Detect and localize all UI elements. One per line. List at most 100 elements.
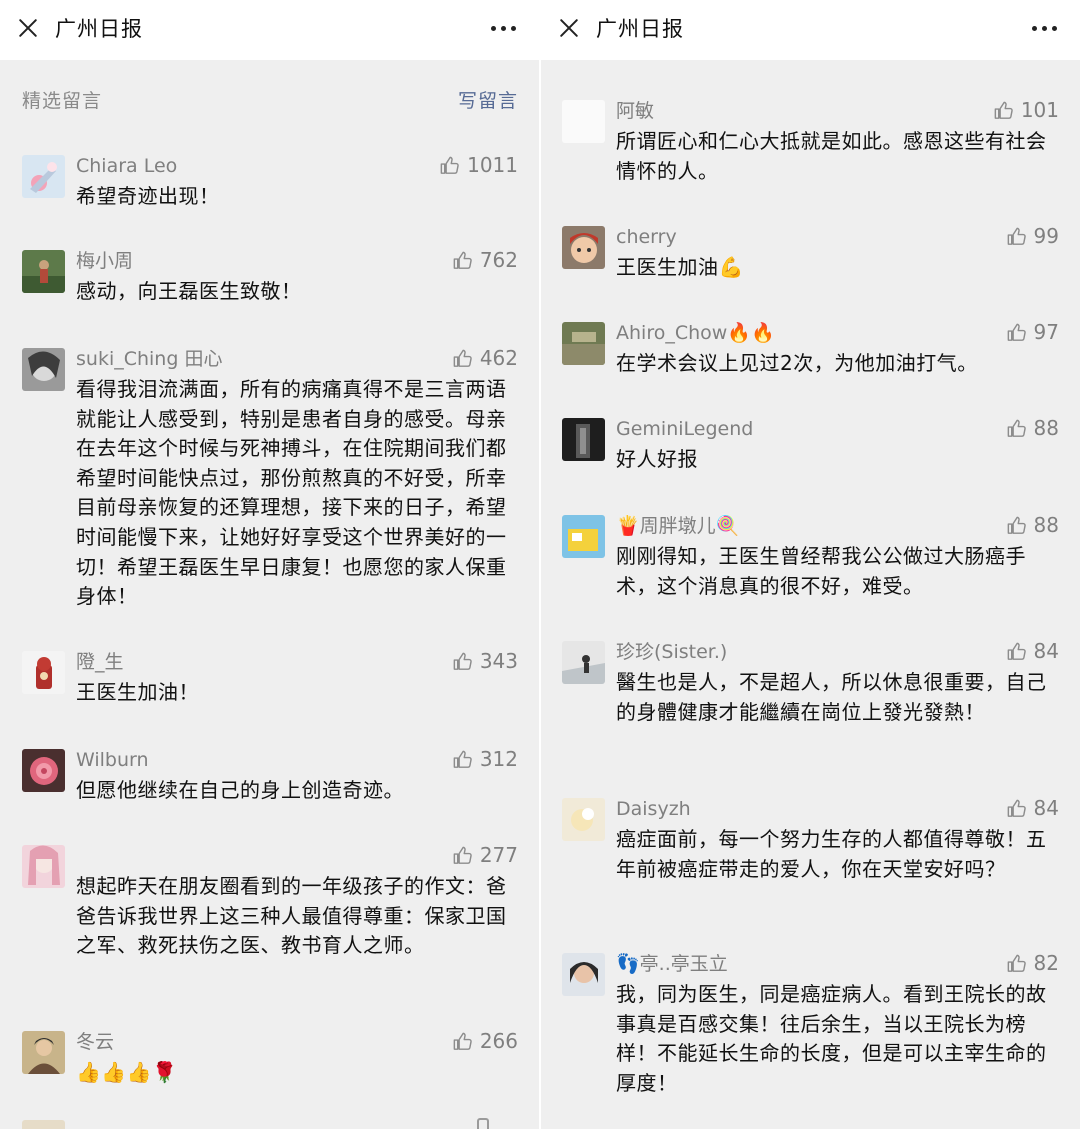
avatar	[562, 953, 605, 996]
like-count: 88	[1033, 513, 1059, 537]
like-count: 762	[479, 248, 518, 272]
comment-author: suki_Ching 田心	[76, 348, 223, 370]
comment-text: 👍👍👍🌹	[76, 1060, 178, 1084]
comment-text: 希望奇迹出现！	[76, 184, 220, 208]
section-label: 精选留言	[22, 90, 103, 112]
comment-screens: 广州日报 精选留言 写留言 Chiara Leo 1011 希望奇迹出现！ 梅小…	[0, 0, 1080, 1129]
thumbs-up-icon	[1007, 516, 1026, 534]
top-bar: 广州日报	[0, 0, 539, 60]
avatar	[562, 100, 605, 143]
like-button[interactable]: 1011	[438, 152, 518, 178]
comment-author: cherry	[616, 226, 677, 248]
thumbs-up-icon	[453, 652, 472, 670]
comment-text: 但愿他继续在自己的身上创造奇迹。	[76, 778, 404, 802]
thumbs-up-icon	[453, 846, 472, 864]
comment-text: 癌症面前，每一个努力生存的人都值得尊敬！五年前被癌症带走的爱人，你在天堂安好吗？	[616, 827, 1047, 881]
comment-text: 王医生加油💪	[616, 255, 744, 279]
like-button[interactable]: 343	[451, 648, 518, 674]
close-icon[interactable]	[558, 17, 580, 39]
like-button[interactable]: 762	[451, 247, 518, 273]
comment-author: Wilburn	[76, 749, 149, 771]
comment-author: Chiara Leo	[76, 155, 178, 177]
like-count: 1011	[467, 153, 518, 177]
like-button[interactable]: 97	[1005, 319, 1059, 345]
comment-author: 🍟周胖墩儿🍭	[616, 515, 740, 537]
like-count: 88	[1033, 416, 1059, 440]
like-count: 97	[1033, 320, 1059, 344]
more-icon[interactable]	[1032, 26, 1058, 32]
thumbs-up-icon	[1007, 799, 1026, 817]
comment-author: 梅小周	[76, 250, 134, 272]
thumbs-up-icon	[1007, 227, 1026, 245]
comment-author: GeminiLegend	[616, 418, 754, 440]
comment-text: 王医生加油！	[76, 680, 199, 704]
comment-author: 冬云	[76, 1031, 115, 1053]
like-button[interactable]: 277	[451, 842, 518, 868]
thumbs-up-icon	[440, 156, 459, 174]
left-screen: 广州日报 精选留言 写留言 Chiara Leo 1011 希望奇迹出现！ 梅小…	[0, 0, 539, 1129]
avatar	[22, 348, 65, 391]
like-button[interactable]: 88	[1005, 512, 1059, 538]
avatar	[22, 250, 65, 293]
page-title: 广州日报	[596, 17, 684, 41]
close-icon[interactable]	[17, 17, 39, 39]
like-button[interactable]: 266	[451, 1028, 518, 1054]
like-count: 84	[1033, 796, 1059, 820]
like-count: 101	[1020, 98, 1059, 122]
comment-text: 在学术会议上见过2次，为他加油打气。	[616, 351, 978, 375]
like-count: 277	[479, 843, 518, 867]
more-icon[interactable]	[491, 26, 517, 32]
comment-text: 看得我泪流满面，所有的病痛真得不是三言两语就能让人感受到，特别是患者自身的感受。…	[76, 377, 507, 609]
thumbs-up-icon	[453, 251, 472, 269]
like-count: 99	[1033, 224, 1059, 248]
thumbs-up-icon	[453, 1032, 472, 1050]
avatar	[22, 749, 65, 792]
avatar	[562, 226, 605, 269]
avatar	[22, 651, 65, 694]
comment-text: 好人好报	[616, 447, 698, 471]
avatar	[22, 845, 65, 888]
thumbs-up-icon	[994, 101, 1013, 119]
thumbs-up-icon	[1007, 642, 1026, 660]
like-button[interactable]: 88	[1005, 415, 1059, 441]
comment-text: 所谓匠心和仁心大抵就是如此。感恩这些有社会情怀的人。	[616, 129, 1047, 183]
right-screen: 广州日报 阿敏 101 所谓匠心和仁心大抵就是如此。感恩这些有社会情怀的人。 c…	[541, 0, 1080, 1129]
like-button[interactable]: 84	[1005, 638, 1059, 664]
comment-text: 想起昨天在朋友圈看到的一年级孩子的作文：爸爸告诉我世界上这三种人最值得尊重：保家…	[76, 874, 507, 958]
avatar	[562, 322, 605, 365]
like-count: 343	[479, 649, 518, 673]
avatar	[562, 641, 605, 684]
thumbs-up-icon	[1007, 323, 1026, 341]
comment-text: 感动，向王磊医生致敬！	[76, 279, 302, 303]
page-title: 广州日报	[55, 17, 143, 41]
write-comment-link[interactable]: 写留言	[458, 88, 518, 114]
like-button[interactable]: 82	[1005, 950, 1059, 976]
thumbs-up-icon	[477, 1118, 489, 1129]
like-count: 84	[1033, 639, 1059, 663]
comment-text: 我，同为医生，同是癌症病人。看到王院长的故事真是百感交集！往后余生，当以王院长为…	[616, 982, 1047, 1095]
comment-author: 珍珍(Sister.)	[616, 641, 728, 663]
thumbs-up-icon	[1007, 954, 1026, 972]
avatar	[22, 1031, 65, 1074]
avatar	[562, 798, 605, 841]
avatar	[562, 515, 605, 558]
comment-text: 刚刚得知，王医生曾经帮我公公做过大肠癌手术，这个消息真的很不好，难受。	[616, 544, 1026, 598]
comment-author: 👣亭..亭玉立	[616, 953, 728, 975]
like-button[interactable]: 312	[451, 746, 518, 772]
thumbs-up-icon	[453, 349, 472, 367]
like-count: 312	[479, 747, 518, 771]
like-button[interactable]: 101	[992, 97, 1059, 123]
like-button[interactable]: 84	[1005, 795, 1059, 821]
comment-author: Ahiro_Chow🔥🔥	[616, 322, 775, 344]
top-bar: 广州日报	[541, 0, 1080, 60]
avatar	[562, 418, 605, 461]
avatar	[22, 155, 65, 198]
like-button[interactable]: 99	[1005, 223, 1059, 249]
like-count: 462	[479, 346, 518, 370]
like-button[interactable]: 462	[451, 345, 518, 371]
like-count: 266	[479, 1029, 518, 1053]
comment-author: 阿敏	[616, 100, 655, 122]
comment-author: 隥_生	[76, 651, 124, 673]
thumbs-up-icon	[1007, 419, 1026, 437]
avatar	[22, 1120, 65, 1129]
